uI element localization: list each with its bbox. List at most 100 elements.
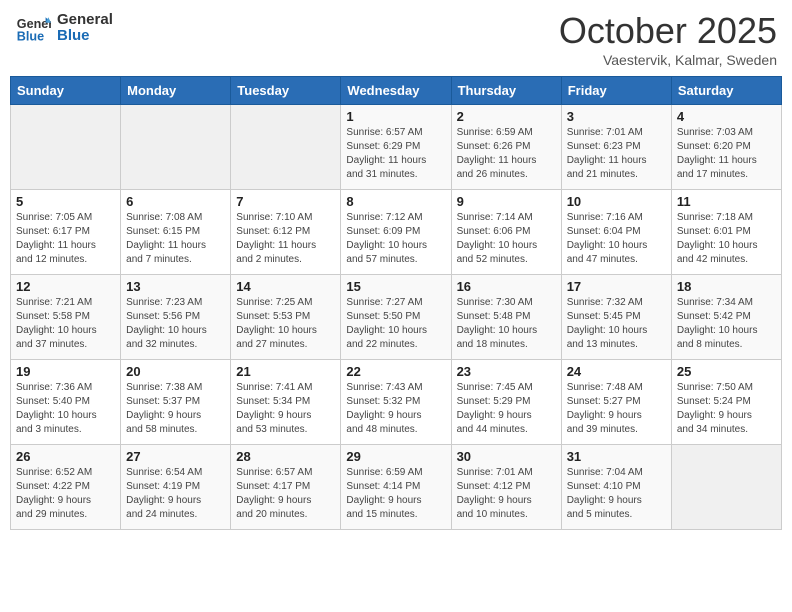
day-number: 11 [677, 194, 776, 209]
calendar-cell: 13 Sunrise: 7:23 AM Sunset: 5:56 PM Dayli… [121, 275, 231, 360]
day-info: Sunrise: 6:57 AM Sunset: 6:29 PM Dayligh… [346, 126, 445, 182]
day-number: 1 [346, 109, 445, 124]
calendar-cell: 9 Sunrise: 7:14 AM Sunset: 6:06 PM Daylig… [451, 190, 561, 275]
calendar-week-4: 19Sunrise: 7:36 AM Sunset: 5:40 PM Dayli… [11, 360, 782, 445]
calendar-cell: 2 Sunrise: 6:59 AM Sunset: 6:26 PM Daylig… [451, 105, 561, 190]
day-number: 21 [236, 364, 335, 379]
day-header-tuesday: Tuesday [231, 77, 341, 105]
calendar-week-1: 1 Sunrise: 6:57 AM Sunset: 6:29 PM Daylig… [11, 105, 782, 190]
day-number: 30 [457, 449, 556, 464]
day-number: 20 [126, 364, 225, 379]
calendar-cell: 16Sunrise: 7:30 AM Sunset: 5:48 PM Dayli… [451, 275, 561, 360]
calendar-cell: 21Sunrise: 7:41 AM Sunset: 5:34 PM Dayli… [231, 360, 341, 445]
day-number: 13 [126, 279, 225, 294]
month-title: October 2025 [559, 10, 777, 52]
calendar-cell: 29 Sunrise: 6:59 AM Sunset: 4:14 PM Dayli… [341, 445, 451, 530]
calendar-cell: 14 Sunrise: 7:25 AM Sunset: 5:53 PM Dayli… [231, 275, 341, 360]
day-number: 31 [567, 449, 666, 464]
day-header-saturday: Saturday [671, 77, 781, 105]
day-info: Sunrise: 7:12 AM Sunset: 6:09 PM Dayligh… [346, 211, 445, 267]
day-number: 3 [567, 109, 666, 124]
logo-blue: Blue [57, 28, 113, 45]
day-info: Sunrise: 6:57 AM Sunset: 4:17 PM Dayligh… [236, 466, 335, 522]
day-number: 10 [567, 194, 666, 209]
calendar-cell: 19Sunrise: 7:36 AM Sunset: 5:40 PM Dayli… [11, 360, 121, 445]
day-info: Sunrise: 7:50 AM Sunset: 5:24 PM Dayligh… [677, 381, 776, 437]
day-info: Sunrise: 7:34 AM Sunset: 5:42 PM Dayligh… [677, 296, 776, 352]
day-number: 16 [457, 279, 556, 294]
day-info: Sunrise: 7:04 AM Sunset: 4:10 PM Dayligh… [567, 466, 666, 522]
calendar-cell: 23Sunrise: 7:45 AM Sunset: 5:29 PM Dayli… [451, 360, 561, 445]
day-number: 17 [567, 279, 666, 294]
calendar-week-2: 5Sunrise: 7:05 AM Sunset: 6:17 PM Daylig… [11, 190, 782, 275]
day-number: 14 [236, 279, 335, 294]
day-header-sunday: Sunday [11, 77, 121, 105]
day-info: Sunrise: 7:43 AM Sunset: 5:32 PM Dayligh… [346, 381, 445, 437]
day-info: Sunrise: 7:18 AM Sunset: 6:01 PM Dayligh… [677, 211, 776, 267]
day-header-friday: Friday [561, 77, 671, 105]
title-area: October 2025 Vaestervik, Kalmar, Sweden [559, 10, 777, 68]
day-info: Sunrise: 7:10 AM Sunset: 6:12 PM Dayligh… [236, 211, 335, 267]
calendar-cell [671, 445, 781, 530]
day-info: Sunrise: 7:23 AM Sunset: 5:56 PM Dayligh… [126, 296, 225, 352]
page-header: General Blue General Blue October 2025 V… [10, 10, 782, 68]
day-info: Sunrise: 6:59 AM Sunset: 6:26 PM Dayligh… [457, 126, 556, 182]
calendar-cell: 20Sunrise: 7:38 AM Sunset: 5:37 PM Dayli… [121, 360, 231, 445]
logo-icon: General Blue [15, 10, 51, 46]
day-number: 9 [457, 194, 556, 209]
calendar-table: SundayMondayTuesdayWednesdayThursdayFrid… [10, 76, 782, 530]
logo: General Blue General Blue [15, 10, 113, 46]
calendar-cell: 25 Sunrise: 7:50 AM Sunset: 5:24 PM Dayli… [671, 360, 781, 445]
day-info: Sunrise: 7:03 AM Sunset: 6:20 PM Dayligh… [677, 126, 776, 182]
day-info: Sunrise: 7:45 AM Sunset: 5:29 PM Dayligh… [457, 381, 556, 437]
calendar-cell: 22 Sunrise: 7:43 AM Sunset: 5:32 PM Dayli… [341, 360, 451, 445]
calendar-cell: 10 Sunrise: 7:16 AM Sunset: 6:04 PM Dayli… [561, 190, 671, 275]
day-info: Sunrise: 7:27 AM Sunset: 5:50 PM Dayligh… [346, 296, 445, 352]
calendar-cell: 4 Sunrise: 7:03 AM Sunset: 6:20 PM Daylig… [671, 105, 781, 190]
svg-text:Blue: Blue [17, 30, 44, 44]
calendar-cell: 30Sunrise: 7:01 AM Sunset: 4:12 PM Dayli… [451, 445, 561, 530]
day-number: 27 [126, 449, 225, 464]
calendar-cell: 1 Sunrise: 6:57 AM Sunset: 6:29 PM Daylig… [341, 105, 451, 190]
calendar-cell: 12Sunrise: 7:21 AM Sunset: 5:58 PM Dayli… [11, 275, 121, 360]
calendar-cell [11, 105, 121, 190]
day-number: 25 [677, 364, 776, 379]
day-number: 22 [346, 364, 445, 379]
day-number: 18 [677, 279, 776, 294]
day-info: Sunrise: 6:59 AM Sunset: 4:14 PM Dayligh… [346, 466, 445, 522]
day-header-thursday: Thursday [451, 77, 561, 105]
calendar-cell: 18 Sunrise: 7:34 AM Sunset: 5:42 PM Dayli… [671, 275, 781, 360]
day-info: Sunrise: 7:16 AM Sunset: 6:04 PM Dayligh… [567, 211, 666, 267]
calendar-cell: 3 Sunrise: 7:01 AM Sunset: 6:23 PM Daylig… [561, 105, 671, 190]
day-header-wednesday: Wednesday [341, 77, 451, 105]
calendar-cell: 24 Sunrise: 7:48 AM Sunset: 5:27 PM Dayli… [561, 360, 671, 445]
day-info: Sunrise: 7:32 AM Sunset: 5:45 PM Dayligh… [567, 296, 666, 352]
calendar-cell: 31 Sunrise: 7:04 AM Sunset: 4:10 PM Dayli… [561, 445, 671, 530]
day-number: 19 [16, 364, 115, 379]
day-header-monday: Monday [121, 77, 231, 105]
calendar-cell: 26 Sunrise: 6:52 AM Sunset: 4:22 PM Dayli… [11, 445, 121, 530]
day-number: 29 [346, 449, 445, 464]
day-info: Sunrise: 7:01 AM Sunset: 6:23 PM Dayligh… [567, 126, 666, 182]
day-number: 26 [16, 449, 115, 464]
day-number: 8 [346, 194, 445, 209]
calendar-cell: 28 Sunrise: 6:57 AM Sunset: 4:17 PM Dayli… [231, 445, 341, 530]
day-info: Sunrise: 7:48 AM Sunset: 5:27 PM Dayligh… [567, 381, 666, 437]
calendar-cell [121, 105, 231, 190]
day-number: 24 [567, 364, 666, 379]
day-info: Sunrise: 7:14 AM Sunset: 6:06 PM Dayligh… [457, 211, 556, 267]
day-number: 12 [16, 279, 115, 294]
location-subtitle: Vaestervik, Kalmar, Sweden [559, 52, 777, 68]
calendar-cell: 11 Sunrise: 7:18 AM Sunset: 6:01 PM Dayli… [671, 190, 781, 275]
day-info: Sunrise: 7:25 AM Sunset: 5:53 PM Dayligh… [236, 296, 335, 352]
day-number: 4 [677, 109, 776, 124]
logo-general: General [57, 12, 113, 29]
calendar-week-5: 26 Sunrise: 6:52 AM Sunset: 4:22 PM Dayli… [11, 445, 782, 530]
day-info: Sunrise: 6:52 AM Sunset: 4:22 PM Dayligh… [16, 466, 115, 522]
day-info: Sunrise: 7:08 AM Sunset: 6:15 PM Dayligh… [126, 211, 225, 267]
calendar-cell: 17 Sunrise: 7:32 AM Sunset: 5:45 PM Dayli… [561, 275, 671, 360]
day-number: 15 [346, 279, 445, 294]
day-number: 28 [236, 449, 335, 464]
calendar-cell [231, 105, 341, 190]
day-number: 2 [457, 109, 556, 124]
